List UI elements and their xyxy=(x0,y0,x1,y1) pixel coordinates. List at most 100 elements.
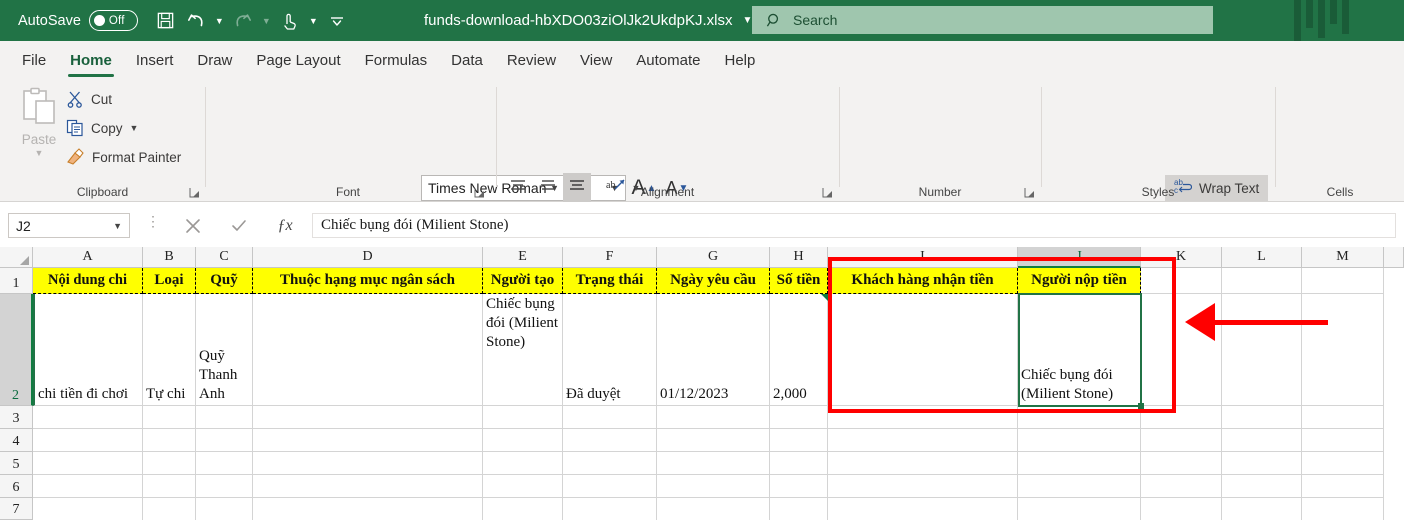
cell-a3[interactable] xyxy=(33,406,143,429)
row-header-7[interactable]: 7 xyxy=(0,498,33,520)
cell-l7[interactable] xyxy=(1222,498,1302,520)
cell-j4[interactable] xyxy=(1018,429,1141,452)
cell-i4[interactable] xyxy=(828,429,1018,452)
touch-mode-chevron-down-icon[interactable]: ▼ xyxy=(306,6,321,36)
cell-m5[interactable] xyxy=(1302,452,1384,475)
cell-l3[interactable] xyxy=(1222,406,1302,429)
tab-review[interactable]: Review xyxy=(495,41,568,79)
cell-h4[interactable] xyxy=(770,429,828,452)
cell-f5[interactable] xyxy=(563,452,657,475)
cell-h6[interactable] xyxy=(770,475,828,498)
cut-button[interactable]: Cut xyxy=(66,90,112,108)
column-header-l[interactable]: L xyxy=(1222,247,1302,268)
clipboard-dialog-launcher-icon[interactable] xyxy=(189,187,201,199)
column-header-i[interactable]: I xyxy=(828,247,1018,268)
cell-g4[interactable] xyxy=(657,429,770,452)
cell-b1[interactable]: Loại xyxy=(143,268,196,294)
row-header-3[interactable]: 3 xyxy=(0,406,33,429)
cell-j6[interactable] xyxy=(1018,475,1141,498)
cell-k6[interactable] xyxy=(1141,475,1222,498)
cell-a6[interactable] xyxy=(33,475,143,498)
tab-insert[interactable]: Insert xyxy=(124,41,186,79)
cell-k4[interactable] xyxy=(1141,429,1222,452)
column-header-c[interactable]: C xyxy=(196,247,253,268)
column-header-k[interactable]: K xyxy=(1141,247,1222,268)
tab-view[interactable]: View xyxy=(568,41,624,79)
undo-chevron-down-icon[interactable]: ▼ xyxy=(212,6,227,36)
cell-i6[interactable] xyxy=(828,475,1018,498)
cell-e1[interactable]: Người tạo xyxy=(483,268,563,294)
select-all-corner[interactable] xyxy=(0,247,33,268)
cell-d3[interactable] xyxy=(253,406,483,429)
column-header-j[interactable]: J xyxy=(1018,247,1141,268)
insert-function-icon[interactable]: ƒx xyxy=(262,213,308,238)
name-box[interactable]: J2 ▼ xyxy=(8,213,130,238)
cell-i3[interactable] xyxy=(828,406,1018,429)
cell-b7[interactable] xyxy=(143,498,196,520)
cell-d1[interactable]: Thuộc hạng mục ngân sách xyxy=(253,268,483,294)
tab-help[interactable]: Help xyxy=(713,41,768,79)
column-header-n[interactable] xyxy=(1384,247,1404,268)
tab-page-layout[interactable]: Page Layout xyxy=(244,41,352,79)
cell-e4[interactable] xyxy=(483,429,563,452)
copy-button[interactable]: Copy ▼ xyxy=(66,119,138,137)
cell-j2[interactable]: Chiếc bụng đói (Milient Stone) xyxy=(1018,294,1141,406)
paste-button[interactable]: Paste ▼ xyxy=(10,87,68,173)
row-header-5[interactable]: 5 xyxy=(0,452,33,475)
touch-mode-icon[interactable] xyxy=(276,6,304,36)
cell-b5[interactable] xyxy=(143,452,196,475)
cell-f6[interactable] xyxy=(563,475,657,498)
copy-chevron-down-icon[interactable]: ▼ xyxy=(130,123,139,133)
cell-k1[interactable] xyxy=(1141,268,1222,294)
cell-h3[interactable] xyxy=(770,406,828,429)
cell-a4[interactable] xyxy=(33,429,143,452)
column-header-g[interactable]: G xyxy=(657,247,770,268)
save-icon[interactable] xyxy=(152,6,180,36)
column-header-a[interactable]: A xyxy=(33,247,143,268)
font-dialog-launcher-icon[interactable] xyxy=(474,187,486,199)
cell-j3[interactable] xyxy=(1018,406,1141,429)
formula-bar-grip[interactable]: ⋮ xyxy=(146,214,160,228)
autosave-toggle[interactable]: Off xyxy=(88,10,138,31)
tab-data[interactable]: Data xyxy=(439,41,495,79)
row-header-2[interactable]: 2 xyxy=(0,294,33,406)
row-header-4[interactable]: 4 xyxy=(0,429,33,452)
column-header-e[interactable]: E xyxy=(483,247,563,268)
cell-b3[interactable] xyxy=(143,406,196,429)
cell-c6[interactable] xyxy=(196,475,253,498)
cell-l5[interactable] xyxy=(1222,452,1302,475)
cell-h1[interactable]: Số tiền xyxy=(770,268,828,294)
cell-e5[interactable] xyxy=(483,452,563,475)
cell-f3[interactable] xyxy=(563,406,657,429)
file-menu-chevron-down-icon[interactable]: ▼ xyxy=(742,15,752,26)
cell-d5[interactable] xyxy=(253,452,483,475)
cell-l1[interactable] xyxy=(1222,268,1302,294)
cell-a5[interactable] xyxy=(33,452,143,475)
row-header-1[interactable]: 1 xyxy=(0,268,33,294)
cell-j1[interactable]: Người nộp tiền xyxy=(1018,268,1141,294)
spreadsheet-grid[interactable]: A B C D E F G H I J K L M 1 2 3 4 5 6 7 … xyxy=(0,247,1404,520)
cell-d4[interactable] xyxy=(253,429,483,452)
autosave-control[interactable]: AutoSave Off xyxy=(18,10,138,31)
cell-c1[interactable]: Quỹ xyxy=(196,268,253,294)
format-painter-button[interactable]: Format Painter xyxy=(66,148,181,166)
cell-g3[interactable] xyxy=(657,406,770,429)
cell-b4[interactable] xyxy=(143,429,196,452)
column-header-h[interactable]: H xyxy=(770,247,828,268)
cell-g7[interactable] xyxy=(657,498,770,520)
customize-quick-access-icon[interactable] xyxy=(323,6,351,36)
column-header-m[interactable]: M xyxy=(1302,247,1384,268)
cell-c2[interactable]: Quỹ Thanh Anh xyxy=(196,294,253,406)
cell-g5[interactable] xyxy=(657,452,770,475)
cell-c3[interactable] xyxy=(196,406,253,429)
cell-l4[interactable] xyxy=(1222,429,1302,452)
cell-c7[interactable] xyxy=(196,498,253,520)
file-name-display[interactable]: funds-download-hbXDO03ziOlJk2UkdpKJ.xlsx… xyxy=(424,0,752,41)
cell-c5[interactable] xyxy=(196,452,253,475)
cell-a7[interactable] xyxy=(33,498,143,520)
cell-j5[interactable] xyxy=(1018,452,1141,475)
cell-d6[interactable] xyxy=(253,475,483,498)
row-header-6[interactable]: 6 xyxy=(0,475,33,498)
undo-icon[interactable] xyxy=(182,6,210,36)
cell-d2[interactable] xyxy=(253,294,483,406)
